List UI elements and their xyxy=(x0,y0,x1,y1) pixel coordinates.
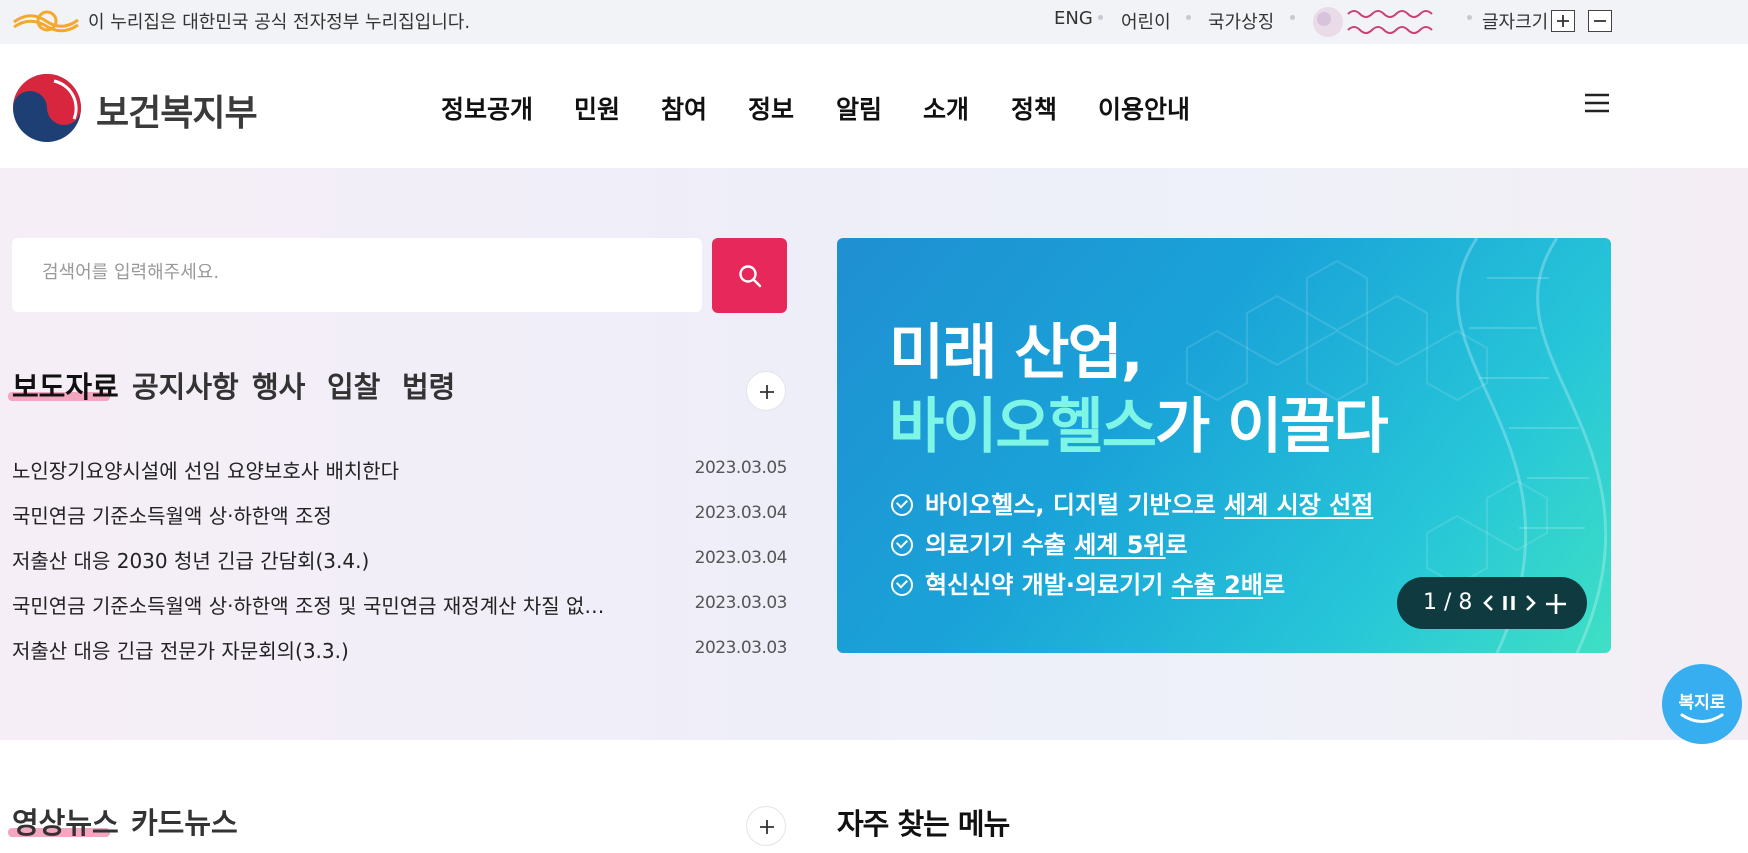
plus-icon xyxy=(760,385,774,399)
plus-icon xyxy=(760,820,774,834)
list-item[interactable]: 저출산 대응 긴급 전문가 자문회의(3.3.) 2023.03.03 xyxy=(12,635,788,667)
nav-policy[interactable]: 정책 xyxy=(1011,90,1057,126)
list-item[interactable]: 국민연금 기준소득월액 상·하한액 조정 2023.03.04 xyxy=(12,500,788,532)
nav-info-disclosure[interactable]: 정보공개 xyxy=(441,90,533,126)
news-date: 2023.03.04 xyxy=(694,503,788,523)
news-date: 2023.03.03 xyxy=(694,638,788,658)
slide-counter: 1 / 8 xyxy=(1423,590,1473,615)
board-more-button[interactable] xyxy=(746,371,786,411)
nav-about[interactable]: 소개 xyxy=(923,90,969,126)
list-item[interactable]: 국민연금 기준소득월액 상·하한액 조정 및 국민연금 재정계산 차질 없이 진… xyxy=(12,590,788,622)
banner-bullet-text: 의료기기 수출 xyxy=(925,531,1075,559)
font-increase-button[interactable] xyxy=(1551,10,1575,32)
link-national-symbols[interactable]: 국가상징 xyxy=(1208,8,1274,34)
tab-events[interactable]: 행사 xyxy=(252,364,305,406)
search-box xyxy=(12,238,702,312)
gov-banner-text: 이 누리집은 대한민국 공식 전자정부 누리집입니다. xyxy=(88,12,471,33)
link-kids[interactable]: 어린이 xyxy=(1121,8,1171,34)
news-title[interactable]: 노인장기요양시설에 선임 요양보호사 배치한다 xyxy=(12,455,399,484)
hamburger-menu-icon[interactable] xyxy=(1584,92,1610,114)
nav-notice[interactable]: 알림 xyxy=(836,90,882,126)
taegeuk-emblem-icon[interactable] xyxy=(12,73,82,143)
banner-headline-line2: 바이오헬스가 이끌다 xyxy=(889,378,1389,465)
chevron-right-icon[interactable] xyxy=(1523,593,1537,613)
separator-dot xyxy=(1186,15,1191,20)
gov-banner-bar: 이 누리집은 대한민국 공식 전자정부 누리집입니다. ENG 어린이 국가상징… xyxy=(0,0,1748,44)
gov-nuri-icon xyxy=(13,10,79,33)
minus-icon xyxy=(1594,20,1606,22)
banner-bullet: 의료기기 수출 세계 5위로 xyxy=(891,525,1188,560)
banner-bullet-emphasis: 수출 2배 xyxy=(1171,571,1263,599)
list-item[interactable]: 저출산 대응 2030 청년 긴급 간담회(3.4.) 2023.03.04 xyxy=(12,545,788,577)
font-size-label: 글자크기 xyxy=(1482,12,1549,33)
check-circle-icon xyxy=(891,534,913,556)
plus-icon xyxy=(1557,15,1569,27)
ministry-name[interactable]: 보건복지부 xyxy=(96,84,258,136)
nav-information[interactable]: 정보 xyxy=(748,90,794,126)
separator-dot xyxy=(1098,15,1103,20)
news-date: 2023.03.05 xyxy=(694,458,788,478)
banner-headline-rest: 가 이끌다 xyxy=(1155,392,1389,462)
nav-civil-petition[interactable]: 민원 xyxy=(574,90,620,126)
site-header: 보건복지부 정보공개 민원 참여 정보 알림 소개 정책 이용안내 xyxy=(0,44,1748,168)
search-button[interactable] xyxy=(712,238,787,313)
tab-laws[interactable]: 법령 xyxy=(402,364,455,406)
government-slogan-image xyxy=(1313,7,1433,37)
banner-bullet-suffix: 로 xyxy=(1262,571,1286,599)
banner-headline-highlight: 바이오헬스 xyxy=(889,392,1157,462)
media-more-button[interactable] xyxy=(746,806,786,846)
banner-bullet-text: 혁신신약 개발·의료기기 xyxy=(925,571,1172,599)
news-date: 2023.03.04 xyxy=(694,548,788,568)
bokjiro-floating-button[interactable]: 복지로 xyxy=(1662,664,1742,744)
tab-video-news[interactable]: 영상뉴스 xyxy=(12,800,119,842)
slide-controls: 1 / 8 xyxy=(1397,577,1587,629)
separator-dot xyxy=(1467,15,1472,20)
check-circle-icon xyxy=(891,494,913,516)
tab-bidding[interactable]: 입찰 xyxy=(327,364,380,406)
nav-participation[interactable]: 참여 xyxy=(661,90,707,126)
font-decrease-button[interactable] xyxy=(1588,10,1612,32)
banner-bullet: 혁신신약 개발·의료기기 수출 2배로 xyxy=(891,565,1285,600)
search-input[interactable] xyxy=(42,262,662,283)
search-icon xyxy=(739,265,762,288)
separator-dot xyxy=(1290,15,1295,20)
banner-bullet-emphasis: 세계 시장 선점 xyxy=(1224,491,1374,519)
quick-menu-title: 자주 찾는 메뉴 xyxy=(837,807,1010,841)
list-item[interactable]: 노인장기요양시설에 선임 요양보호사 배치한다 2023.03.05 xyxy=(12,455,788,487)
plus-icon[interactable] xyxy=(1545,593,1567,615)
main-banner-slide[interactable]: 미래 산업, 바이오헬스가 이끌다 바이오헬스, 디지털 기반으로 세계 시장 … xyxy=(837,238,1611,653)
check-circle-icon xyxy=(891,574,913,596)
chevron-left-icon[interactable] xyxy=(1482,593,1496,613)
news-title[interactable]: 저출산 대응 2030 청년 긴급 간담회(3.4.) xyxy=(12,545,369,574)
banner-bullet-suffix: 로 xyxy=(1165,531,1188,559)
bokjiro-label: 복지로 xyxy=(1678,693,1726,713)
link-eng[interactable]: ENG xyxy=(1054,8,1093,29)
pause-icon[interactable] xyxy=(1501,593,1517,613)
tab-card-news[interactable]: 카드뉴스 xyxy=(131,800,238,842)
banner-bullet-text: 바이오헬스, 디지털 기반으로 xyxy=(925,491,1225,519)
smile-icon xyxy=(1680,713,1724,723)
news-title[interactable]: 국민연금 기준소득월액 상·하한액 조정 및 국민연금 재정계산 차질 없이 진… xyxy=(12,590,622,619)
nav-user-guide[interactable]: 이용안내 xyxy=(1098,90,1190,126)
banner-bullet: 바이오헬스, 디지털 기반으로 세계 시장 선점 xyxy=(891,485,1373,520)
banner-bullet-emphasis: 세계 5위 xyxy=(1074,531,1166,559)
news-title[interactable]: 국민연금 기준소득월액 상·하한액 조정 xyxy=(12,500,332,529)
tab-press-release[interactable]: 보도자료 xyxy=(12,364,119,406)
tab-announcements[interactable]: 공지사항 xyxy=(132,364,239,406)
news-title[interactable]: 저출산 대응 긴급 전문가 자문회의(3.3.) xyxy=(12,635,349,664)
news-date: 2023.03.03 xyxy=(694,593,788,613)
